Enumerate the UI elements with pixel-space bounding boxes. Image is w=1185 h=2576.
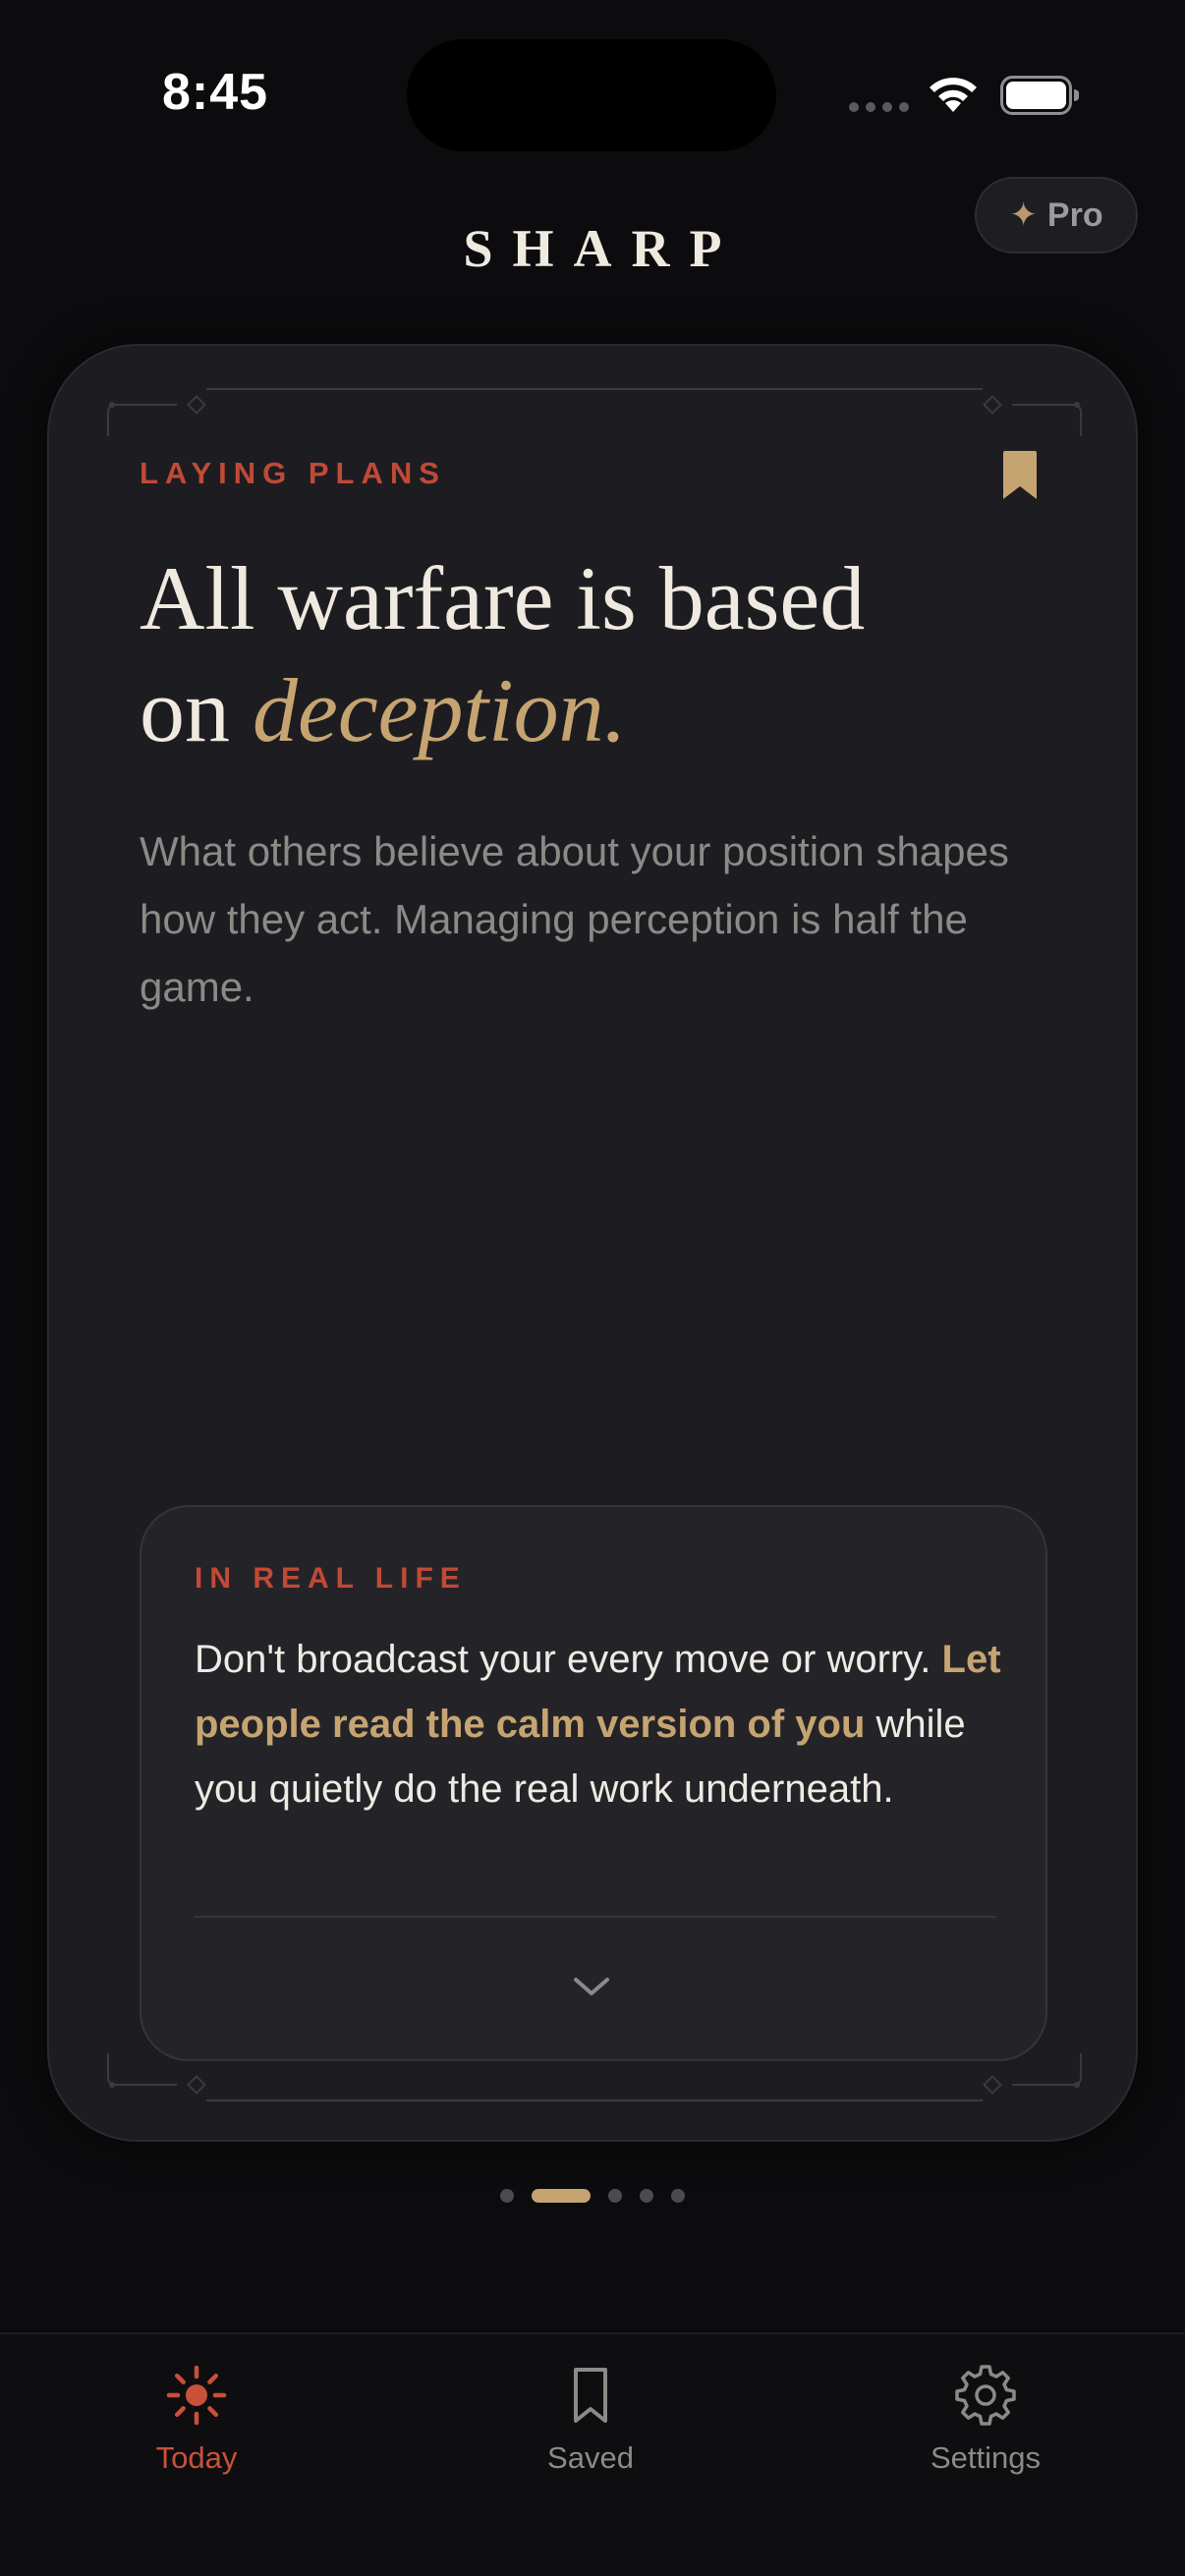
tab-saved[interactable]: Saved (473, 2364, 708, 2476)
cellular-signal-icon (849, 102, 909, 112)
battery-icon (1000, 76, 1079, 115)
lesson-headline: All warfare is based on deception. (140, 542, 1044, 766)
tab-saved-label: Saved (547, 2440, 634, 2475)
gear-icon (955, 2365, 1016, 2426)
tab-settings[interactable]: Settings (868, 2364, 1103, 2476)
wifi-icon (930, 78, 977, 112)
bookmark-icon[interactable] (1000, 450, 1040, 501)
page-dot[interactable] (640, 2189, 653, 2203)
status-time: 8:45 (162, 64, 269, 121)
tab-today-label: Today (155, 2440, 238, 2475)
tab-bar: Today Saved Settings (0, 2332, 1185, 2576)
headline-on: on (140, 660, 253, 760)
real-life-text: Don't broadcast your every move or worry… (195, 1627, 1010, 1821)
app-screen: 8:45 ✦ Pro SHARP LAYING PLANS All warfar… (0, 0, 1185, 2576)
chevron-down-icon[interactable] (570, 1973, 613, 2000)
page-dot-active[interactable] (532, 2189, 591, 2203)
tab-settings-label: Settings (930, 2440, 1041, 2475)
headline-emphasis: deception. (253, 660, 627, 760)
tab-today[interactable]: Today (79, 2364, 314, 2476)
real-life-text-before: Don't broadcast your every move or worry… (195, 1638, 942, 1681)
lesson-card[interactable]: LAYING PLANS All warfare is based on dec… (47, 344, 1138, 2142)
page-indicator[interactable] (0, 2189, 1185, 2203)
real-life-divider (195, 1916, 996, 1918)
real-life-panel[interactable]: IN REAL LIFE Don't broadcast your every … (140, 1505, 1047, 2061)
lesson-description: What others believe about your position … (140, 828, 1009, 1010)
app-logo: SHARP (463, 219, 742, 278)
bookmark-icon (574, 2368, 607, 2423)
real-life-label: IN REAL LIFE (195, 1562, 467, 1595)
chapter-label: LAYING PLANS (140, 456, 446, 490)
dynamic-island (407, 39, 776, 151)
headline-line1: All warfare is based (140, 548, 866, 648)
page-dot[interactable] (608, 2189, 622, 2203)
page-dot[interactable] (671, 2189, 685, 2203)
page-dot[interactable] (500, 2189, 514, 2203)
sun-icon (166, 2365, 227, 2426)
